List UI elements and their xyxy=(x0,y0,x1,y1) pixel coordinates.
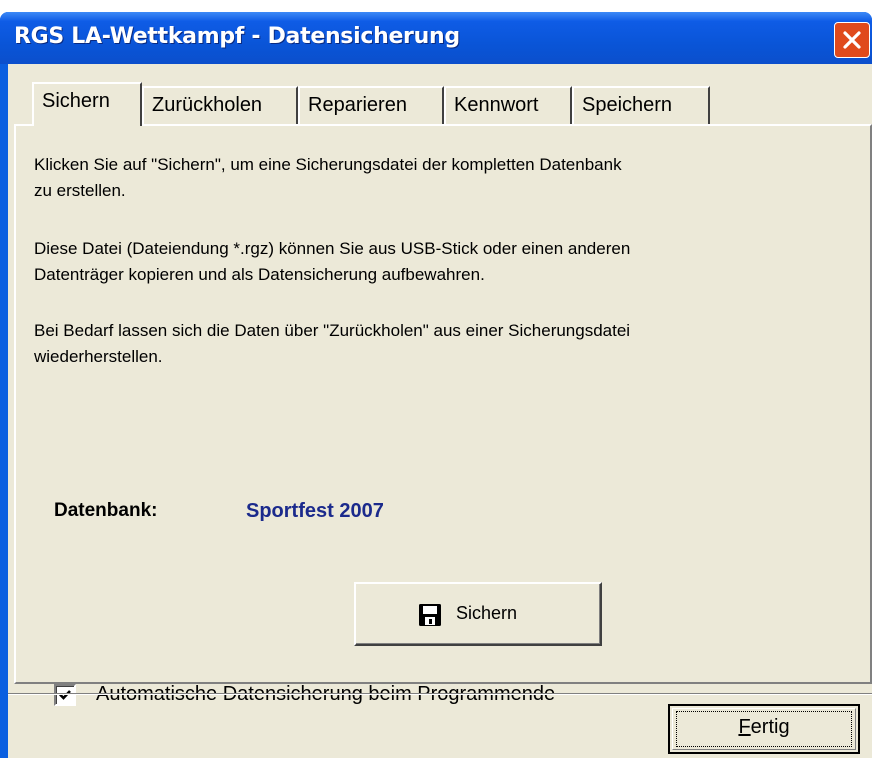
info-paragraph-3: Bei Bedarf lassen sich die Daten über "Z… xyxy=(34,321,631,366)
tab-panel-sichern: Klicken Sie auf "Sichern", um eine Siche… xyxy=(14,124,872,706)
tab-kennwort[interactable]: Kennwort xyxy=(444,86,572,124)
backup-button-label: Sichern xyxy=(456,603,518,623)
tab-label: Reparieren xyxy=(308,94,407,116)
tab-sichern[interactable]: Sichern xyxy=(32,82,142,126)
info-paragraph-1: Klicken Sie auf "Sichern", um eine Siche… xyxy=(34,155,622,200)
done-button[interactable]: Fertig xyxy=(668,704,860,754)
tab-speichern[interactable]: Speichern xyxy=(572,86,710,124)
floppy-disk-icon xyxy=(419,604,441,626)
dialog-window: RGS LA-Wettkampf - Datensicherung Sicher… xyxy=(0,12,872,758)
tab-label: Sichern xyxy=(42,90,110,112)
tab-label: Zurückholen xyxy=(152,94,263,116)
footer-divider xyxy=(8,693,872,695)
auto-backup-checkbox[interactable] xyxy=(54,684,76,706)
info-paragraph-2: Diese Datei (Dateiendung *.rgz) können S… xyxy=(34,239,631,284)
checkmark-icon xyxy=(59,690,71,700)
window-title: RGS LA-Wettkampf - Datensicherung xyxy=(14,24,460,49)
title-bar[interactable]: RGS LA-Wettkampf - Datensicherung xyxy=(0,12,872,64)
backup-button[interactable]: Sichern xyxy=(354,582,602,646)
database-name: Sportfest 2007 xyxy=(246,500,384,522)
tab-reparieren[interactable]: Reparieren xyxy=(298,86,444,124)
close-button[interactable] xyxy=(834,22,870,58)
tab-zurueckholen[interactable]: Zurückholen xyxy=(142,86,298,124)
database-label: Datenbank: xyxy=(54,500,158,521)
close-icon xyxy=(843,31,861,49)
tab-label: Kennwort xyxy=(454,94,539,116)
done-button-label: Fertig xyxy=(738,716,790,738)
dialog-client-area: Sichern Zurückholen Reparieren Kennwort … xyxy=(8,64,872,758)
tab-label: Speichern xyxy=(582,94,673,116)
